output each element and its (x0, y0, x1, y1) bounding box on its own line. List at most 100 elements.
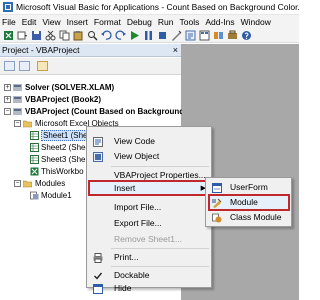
vbaproject-icon (13, 83, 22, 92)
tree-item-sheet2[interactable]: Sheet2 (Shee (41, 142, 90, 153)
tree-item-count-project[interactable]: VBAProject (Count Based on Background (25, 106, 184, 117)
find-icon[interactable] (87, 30, 98, 41)
collapse-modules-icon[interactable]: − (14, 180, 21, 187)
project-panel-toolbar (0, 58, 181, 75)
module-icon (212, 198, 222, 208)
properties-window-icon[interactable] (199, 30, 210, 41)
menu-item-insert-label: Insert (114, 183, 136, 193)
menu-item-insert[interactable]: Insert ▶ (87, 180, 211, 197)
view-code-icon (93, 137, 103, 147)
help-icon[interactable] (241, 30, 252, 41)
menu-item-remove: Remove Sheet1... (87, 233, 211, 246)
project-explorer-icon[interactable] (185, 30, 196, 41)
context-menu: View Code View Object VBAProject Propert… (86, 126, 212, 294)
menu-item-export-file[interactable]: Export File... (87, 217, 211, 230)
toolbox-icon[interactable] (227, 30, 238, 41)
pause-icon[interactable] (143, 30, 154, 41)
menu-separator (111, 166, 209, 167)
copy-icon[interactable] (59, 30, 70, 41)
menu-item-remove-label: Remove Sheet1... (114, 234, 183, 244)
object-browser-icon[interactable] (213, 30, 224, 41)
standard-toolbar (0, 28, 299, 43)
menu-item-dockable[interactable]: Dockable (87, 269, 211, 282)
menu-item-dockable-label: Dockable (114, 270, 150, 280)
menu-item-view-code[interactable]: View Code (87, 135, 211, 148)
excel-view-icon[interactable] (3, 30, 14, 41)
submenu-item-class-module[interactable]: Class Module (206, 211, 291, 224)
vbaproject-icon (13, 95, 22, 104)
insert-submenu: UserForm Module Class Module (205, 177, 292, 227)
submenu-item-class-module-label: Class Module (230, 212, 282, 222)
menu-debug[interactable]: Debug (124, 17, 155, 27)
menu-separator (111, 266, 209, 267)
cut-icon[interactable] (45, 30, 56, 41)
view-code-tool-icon[interactable] (4, 61, 15, 71)
submenu-item-userform-label: UserForm (230, 182, 268, 192)
sheet-icon (30, 143, 39, 152)
close-icon[interactable]: × (173, 44, 178, 56)
menu-bar: File Edit View Insert Format Debug Run T… (0, 15, 299, 28)
folder-icon (22, 119, 33, 128)
collapse-excel-objects-icon[interactable]: − (14, 120, 21, 127)
menu-item-hide[interactable]: Hide (87, 283, 211, 294)
menu-format[interactable]: Format (91, 17, 124, 27)
tree-item-sheet3[interactable]: Sheet3 (She (41, 154, 85, 165)
title-bar: Microsoft Visual Basic for Applications … (0, 0, 299, 15)
design-mode-icon[interactable] (171, 30, 182, 41)
menu-separator (111, 248, 209, 249)
module-icon (30, 191, 39, 200)
vba-app-icon (3, 2, 13, 12)
tree-item-solver[interactable]: Solver (SOLVER.XLAM) (25, 82, 114, 93)
menu-run[interactable]: Run (155, 17, 177, 27)
sheet-icon (30, 131, 39, 140)
view-object-tool-icon[interactable] (19, 61, 30, 71)
undo-icon[interactable] (101, 30, 112, 41)
menu-file[interactable]: File (0, 17, 19, 27)
project-panel-title-text: Project - VBAProject (2, 45, 80, 55)
save-icon[interactable] (31, 30, 42, 41)
view-object-icon (93, 152, 103, 162)
submenu-item-userform[interactable]: UserForm (206, 181, 291, 194)
redo-icon[interactable] (115, 30, 126, 41)
menu-insert[interactable]: Insert (64, 17, 91, 27)
menu-item-view-code-label: View Code (114, 136, 155, 146)
sheet-icon (30, 155, 39, 164)
expand-solver-icon[interactable]: + (4, 84, 11, 91)
run-icon[interactable] (129, 30, 140, 41)
collapse-count-project-icon[interactable]: − (4, 108, 11, 115)
menu-window[interactable]: Window (238, 17, 274, 27)
workbook-icon (30, 167, 39, 176)
toggle-folders-icon[interactable] (37, 61, 48, 71)
menu-tools[interactable]: Tools (176, 17, 202, 27)
reset-icon[interactable] (157, 30, 168, 41)
tree-item-modules[interactable]: Modules (35, 178, 65, 189)
class-module-icon (212, 213, 222, 223)
checkmark-icon (93, 271, 103, 281)
expand-book2-icon[interactable]: + (4, 96, 11, 103)
menu-item-print[interactable]: Print... (87, 251, 211, 264)
insert-object-icon[interactable] (17, 30, 28, 41)
insert-highlight-box (88, 180, 208, 196)
print-icon (93, 253, 103, 263)
vbaproject-icon (13, 107, 22, 116)
window-title: Microsoft Visual Basic for Applications … (16, 2, 299, 12)
menu-edit[interactable]: Edit (19, 17, 40, 27)
tree-item-thisworkbook[interactable]: ThisWorkbo (41, 166, 84, 177)
menu-item-hide-label: Hide (114, 283, 132, 293)
tree-item-book2[interactable]: VBAProject (Book2) (25, 94, 101, 105)
submenu-item-module-label: Module (230, 197, 258, 207)
submenu-item-module[interactable]: Module (206, 194, 291, 211)
menu-item-import-file-label: Import File... (114, 202, 162, 212)
menu-item-view-object[interactable]: View Object (87, 150, 211, 163)
folder-icon (22, 179, 33, 188)
menu-item-import-file[interactable]: Import File... (87, 201, 211, 214)
menu-add-ins[interactable]: Add-Ins (202, 17, 237, 27)
hide-icon (93, 284, 103, 294)
tree-item-module1[interactable]: Module1 (41, 190, 72, 201)
menu-item-view-object-label: View Object (114, 151, 160, 161)
project-panel-title: Project - VBAProject × (0, 44, 181, 57)
menu-view[interactable]: View (39, 17, 63, 27)
paste-icon[interactable] (73, 30, 84, 41)
userform-icon (212, 183, 222, 193)
menu-item-print-label: Print... (114, 252, 139, 262)
